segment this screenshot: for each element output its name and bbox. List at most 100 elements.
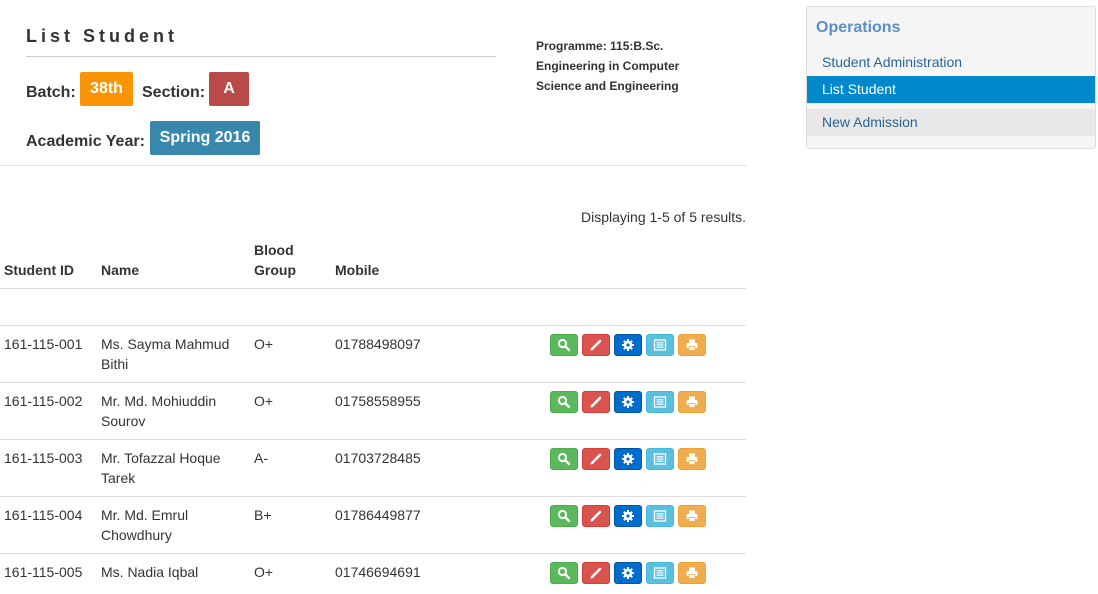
view-button[interactable] [550,562,578,584]
student-name-cell: Ms. Sayma Mahmud Bithi [101,334,251,374]
table-row: 161-115-002 Mr. Md. Mohiuddin Sourov O+ 0175… [0,382,746,439]
batch-badge: 38th [80,72,133,106]
student-name-line: Tarek [101,470,136,486]
edit-button[interactable] [582,391,610,413]
view-button[interactable] [550,391,578,413]
settings-button[interactable] [614,562,642,584]
column-header-blood-group[interactable]: Blood Group [254,240,296,280]
settings-button[interactable] [614,334,642,356]
blood-group-cell: B+ [254,507,272,523]
list-icon [653,452,667,466]
student-name-cell: Mr. Md. Emrul Chowdhury [101,505,251,545]
row-actions [550,505,706,527]
student-id-cell: 161-115-005 [4,564,83,580]
table-row: 161-115-001 Ms. Sayma Mahmud Bithi O+ 017884… [0,325,746,382]
print-button[interactable] [678,391,706,413]
section-badge: A [209,72,249,106]
view-button[interactable] [550,334,578,356]
title-divider [26,56,496,57]
cog-icon [621,338,635,352]
student-name-line: Ms. Sayma Mahmud [101,336,230,352]
main-content: List Student Batch: 38th Section: A Acad… [0,0,746,594]
details-button[interactable] [646,391,674,413]
student-name-line: Sourov [101,413,146,429]
print-icon [685,566,699,580]
row-actions [550,562,706,584]
row-actions [550,448,706,470]
mobile-cell: 01703728485 [335,450,421,466]
cog-icon [621,452,635,466]
page-title: List Student [26,26,178,46]
academic-year-label: Academic Year: [26,133,145,150]
table-row: 161-115-004 Mr. Md. Emrul Chowdhury B+ 01786… [0,496,746,553]
search-icon [557,566,571,580]
student-name-line: Chowdhury [101,527,172,543]
mobile-cell: 01746694691 [335,564,421,580]
print-button[interactable] [678,448,706,470]
settings-button[interactable] [614,505,642,527]
blood-group-cell: O+ [254,336,274,352]
edit-button[interactable] [582,334,610,356]
student-id-cell: 161-115-004 [4,507,83,523]
section-label: Section: [142,84,206,101]
search-icon [557,395,571,409]
print-icon [685,509,699,523]
cog-icon [621,395,635,409]
column-header-mobile[interactable]: Mobile [335,260,379,280]
student-name-line: Mr. Md. Emrul [101,507,189,523]
column-header-blood-line: Group [254,262,296,278]
print-icon [685,395,699,409]
pencil-icon [589,509,603,523]
column-header-student-id[interactable]: Student ID [4,260,74,280]
student-name-line: Bithi [101,356,129,372]
print-button[interactable] [678,562,706,584]
cog-icon [621,509,635,523]
list-icon [653,395,667,409]
search-icon [557,452,571,466]
edit-button[interactable] [582,448,610,470]
table-header-divider [0,288,746,289]
student-id-cell: 161-115-001 [4,336,83,352]
edit-button[interactable] [582,562,610,584]
programme-line: Programme: 115:B.Sc. [536,39,664,53]
student-name-line: Mr. Tofazzal Hoque [101,450,221,466]
table-row: 161-115-005 Ms. Nadia Iqbal O+ 01746694691 [0,553,746,594]
sidebar-item-list-student[interactable]: List Student [807,76,1095,103]
operations-title: Operations [816,19,901,36]
operations-panel: Operations Student Administration List S… [806,6,1096,149]
header-divider [0,165,746,166]
sidebar-item-new-admission[interactable]: New Admission [807,109,1095,136]
blood-group-cell: A- [254,450,268,466]
student-id-cell: 161-115-003 [4,450,83,466]
details-button[interactable] [646,505,674,527]
sidebar-item-student-administration[interactable]: Student Administration [807,49,1095,76]
search-icon [557,509,571,523]
view-button[interactable] [550,505,578,527]
programme-line: Science and Engineering [536,79,679,93]
student-name-line: Ms. Nadia Iqbal [101,564,199,580]
mobile-cell: 01788498097 [335,336,421,352]
print-icon [685,452,699,466]
student-name-cell: Mr. Tofazzal Hoque Tarek [101,448,251,488]
pencil-icon [589,395,603,409]
table-row: 161-115-003 Mr. Tofazzal Hoque Tarek A- 0170… [0,439,746,496]
list-icon [653,566,667,580]
student-name-cell: Mr. Md. Mohiuddin Sourov [101,391,251,431]
settings-button[interactable] [614,391,642,413]
print-button[interactable] [678,505,706,527]
blood-group-cell: O+ [254,393,274,409]
view-button[interactable] [550,448,578,470]
column-header-name[interactable]: Name [101,260,139,280]
mobile-cell: 01786449877 [335,507,421,523]
pencil-icon [589,338,603,352]
details-button[interactable] [646,448,674,470]
print-button[interactable] [678,334,706,356]
pencil-icon [589,566,603,580]
edit-button[interactable] [582,505,610,527]
details-button[interactable] [646,334,674,356]
details-button[interactable] [646,562,674,584]
blood-group-cell: O+ [254,564,274,580]
settings-button[interactable] [614,448,642,470]
mobile-cell: 01758558955 [335,393,421,409]
student-name-cell: Ms. Nadia Iqbal [101,562,251,582]
